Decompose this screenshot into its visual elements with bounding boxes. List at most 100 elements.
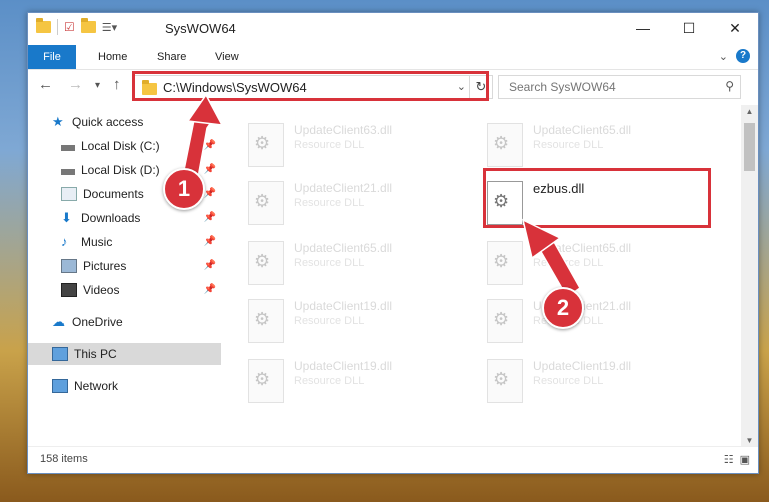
sidebar-item-local-disk-c[interactable]: Local Disk (C:) 📌 — [61, 135, 216, 157]
star-icon: ★ — [52, 114, 64, 129]
details-view-icon[interactable]: ☷ — [724, 453, 734, 466]
sidebar-item-label: Pictures — [83, 259, 127, 273]
sidebar-item-quick-access[interactable]: ★ Quick access — [52, 111, 143, 133]
file-type: Resource DLL — [294, 139, 365, 151]
cloud-icon: ☁ — [52, 314, 65, 329]
file-highlight — [483, 168, 711, 228]
search-input[interactable] — [507, 79, 711, 95]
minimize-button[interactable]: — — [620, 13, 666, 43]
folder-icon[interactable] — [36, 18, 51, 33]
file-name: UpdateClient19.dll — [533, 359, 632, 373]
sidebar-item-label: Videos — [83, 283, 120, 297]
sidebar-item-this-pc[interactable]: This PC — [28, 343, 221, 365]
gear-icon: ⚙ — [493, 133, 510, 153]
gear-icon: ⚙ — [493, 309, 510, 329]
sidebar-item-network[interactable]: Network — [52, 375, 118, 397]
file-name: UpdateClient63.dll — [294, 123, 393, 137]
navigation-pane: ★ Quick access Local Disk (C:) 📌 Local D… — [28, 105, 221, 447]
ribbon-right: ⌄ ? — [719, 49, 750, 63]
file-item[interactable]: ⚙ UpdateClient65.dll Resource DLL — [248, 237, 478, 289]
sidebar-item-label: Local Disk (C:) — [81, 139, 160, 153]
address-bar-highlight — [132, 71, 489, 101]
new-folder-icon[interactable] — [80, 18, 96, 33]
gear-icon: ⚙ — [254, 133, 271, 153]
file-name: UpdateClient19.dll — [294, 299, 393, 313]
tab-home[interactable]: Home — [86, 45, 139, 69]
file-type: Resource DLL — [294, 375, 365, 387]
expand-ribbon-icon[interactable]: ⌄ — [719, 50, 728, 63]
maximize-button[interactable]: ☐ — [666, 13, 712, 43]
sidebar-item-label: OneDrive — [72, 315, 123, 329]
pin-icon[interactable]: 📌 — [204, 183, 216, 205]
callout-badge-1: 1 — [163, 168, 205, 210]
up-arrow-icon[interactable]: ↑ — [113, 76, 121, 93]
file-item[interactable]: ⚙ UpdateClient65.dll Resource DLL — [487, 119, 717, 171]
gear-icon: ⚙ — [493, 369, 510, 389]
status-bar: 158 items ☷ ▣ — [28, 446, 758, 473]
pin-icon[interactable]: 📌 — [204, 279, 216, 301]
sidebar-item-pictures[interactable]: Pictures 📌 — [61, 255, 216, 277]
back-arrow-icon[interactable]: ← — [38, 76, 53, 93]
forward-arrow-icon[interactable]: → — [68, 76, 83, 93]
customize-toolbar-icon[interactable]: ☰▾ — [102, 21, 117, 34]
sidebar-item-onedrive[interactable]: ☁ OneDrive — [52, 311, 123, 333]
sidebar-item-label: Quick access — [72, 115, 144, 129]
tab-file[interactable]: File — [28, 45, 76, 69]
close-button[interactable]: ✕ — [712, 13, 758, 43]
tab-view[interactable]: View — [203, 45, 251, 69]
title-bar: ☑ ☰▾ SysWOW64 — ☐ ✕ — [28, 13, 758, 45]
sidebar-item-music[interactable]: ♪ Music 📌 — [61, 231, 216, 253]
gear-icon: ⚙ — [493, 251, 510, 271]
vertical-scrollbar[interactable]: ▲ ▼ — [741, 105, 758, 447]
pin-icon[interactable]: 📌 — [204, 159, 216, 181]
search-icon[interactable]: ⚲ — [725, 79, 734, 93]
scroll-down-icon[interactable]: ▼ — [741, 436, 758, 445]
file-item[interactable]: ⚙ UpdateClient19.dll Resource DLL — [248, 355, 478, 407]
gear-icon: ⚙ — [254, 369, 271, 389]
sidebar-item-videos[interactable]: Videos 📌 — [61, 279, 216, 301]
large-icons-view-icon[interactable]: ▣ — [740, 453, 750, 466]
computer-icon — [52, 347, 68, 361]
file-type: Resource DLL — [294, 257, 365, 269]
pin-icon[interactable]: 📌 — [204, 135, 216, 157]
recent-locations-chevron-icon[interactable]: ▾ — [95, 80, 100, 91]
sidebar-item-downloads[interactable]: ⬇ Downloads 📌 — [61, 207, 216, 229]
videos-icon — [61, 283, 77, 297]
sidebar-item-label: Downloads — [81, 211, 141, 225]
file-item[interactable]: ⚙ UpdateClient21.dll Resource DLL — [487, 295, 717, 347]
file-item[interactable]: ⚙ UpdateClient21.dll Resource DLL — [248, 177, 478, 229]
file-item[interactable]: ⚙ UpdateClient19.dll Resource DLL — [487, 355, 717, 407]
file-item[interactable]: ⚙ UpdateClient63.dll Resource DLL — [248, 119, 478, 171]
sidebar-item-label: Music — [81, 235, 113, 249]
callout-badge-2: 2 — [542, 287, 584, 329]
window-title: SysWOW64 — [165, 21, 236, 36]
properties-icon[interactable]: ☑ — [64, 20, 75, 34]
pin-icon[interactable]: 📌 — [204, 207, 216, 229]
file-type: Resource DLL — [294, 315, 365, 327]
file-name: UpdateClient65.dll — [533, 241, 632, 255]
music-icon: ♪ — [61, 234, 68, 249]
file-item[interactable]: ⚙ UpdateClient65.dll Resource DLL — [487, 237, 717, 289]
separator — [57, 19, 58, 35]
item-count: 158 items — [40, 453, 88, 465]
pin-icon[interactable]: 📌 — [204, 255, 216, 277]
sidebar-item-label: Network — [74, 379, 119, 393]
help-icon[interactable]: ? — [736, 49, 750, 63]
file-item[interactable]: ⚙ UpdateClient19.dll Resource DLL — [248, 295, 478, 347]
file-name: UpdateClient19.dll — [294, 359, 393, 373]
file-name: UpdateClient21.dll — [294, 181, 393, 195]
search-box[interactable]: ⚲ — [498, 75, 741, 99]
file-list: ⚙ UpdateClient63.dll Resource DLL ⚙ Upda… — [221, 105, 740, 447]
file-type: Resource DLL — [533, 257, 604, 269]
download-icon: ⬇ — [61, 210, 72, 225]
pin-icon[interactable]: 📌 — [204, 231, 216, 253]
drive-icon — [61, 169, 75, 175]
documents-icon — [61, 187, 77, 201]
scrollbar-thumb[interactable] — [744, 123, 755, 171]
scroll-up-icon[interactable]: ▲ — [741, 107, 758, 116]
tab-share[interactable]: Share — [145, 45, 198, 69]
network-icon — [52, 379, 68, 393]
gear-icon: ⚙ — [254, 191, 271, 211]
sidebar-item-label: This PC — [74, 347, 117, 361]
file-name: UpdateClient65.dll — [294, 241, 393, 255]
